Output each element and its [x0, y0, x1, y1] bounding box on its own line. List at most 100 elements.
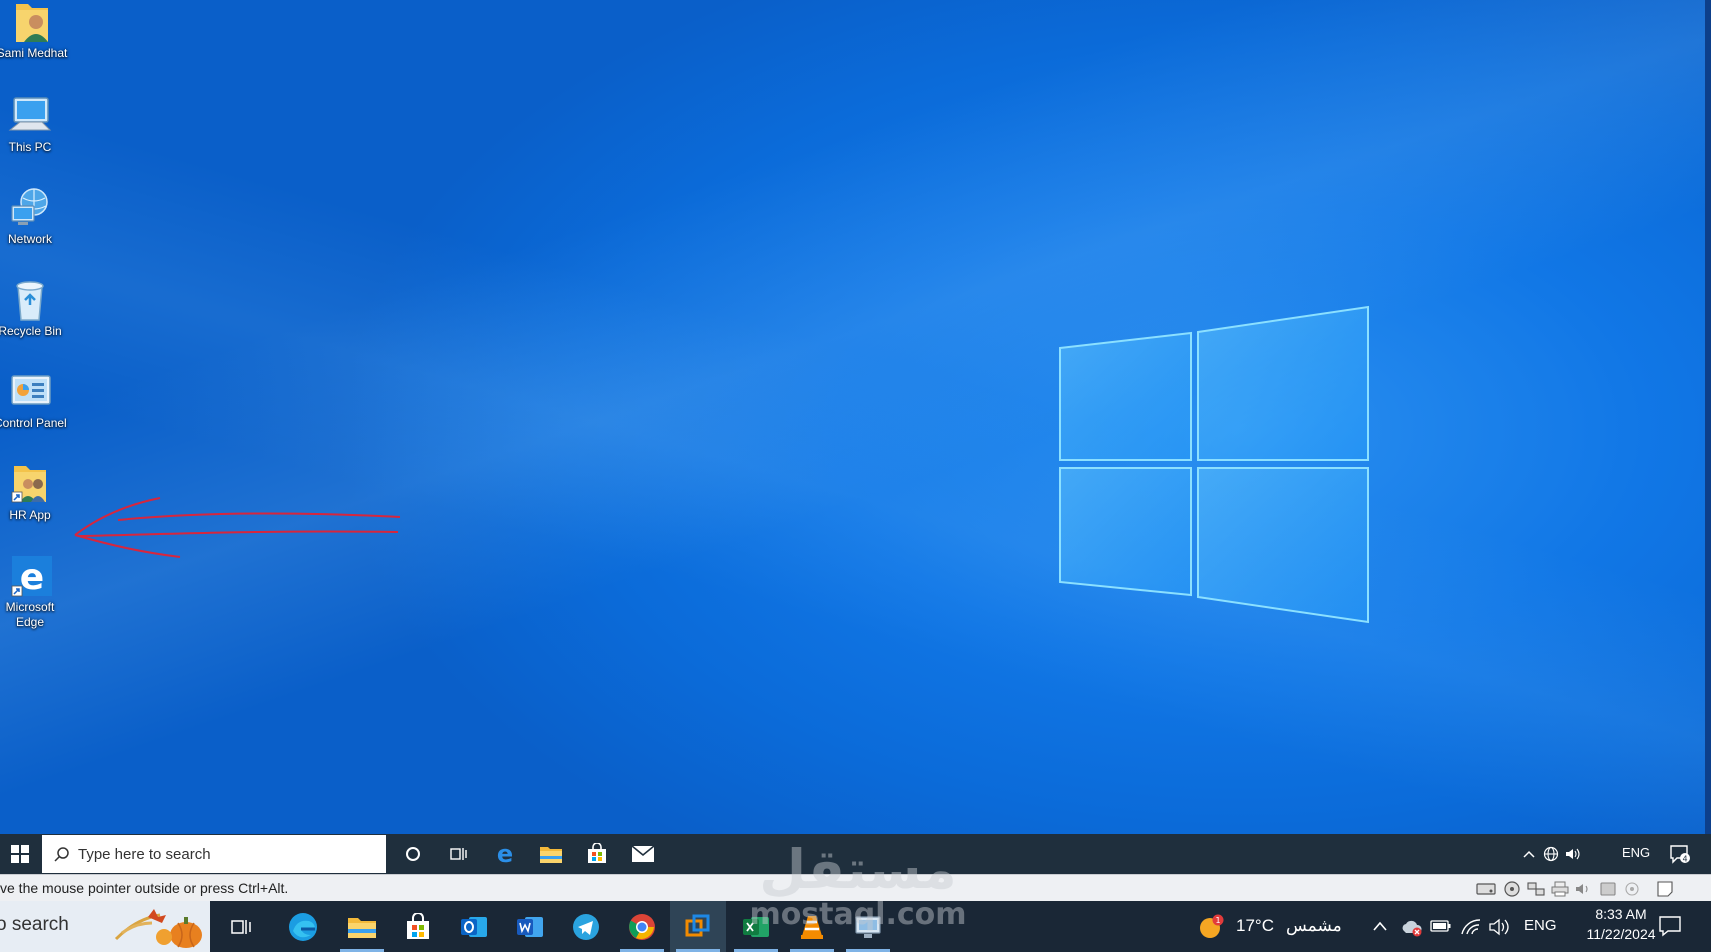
host-taskbar: o search 1 17°C مشمس ENG 8:33 AM 11/22/2… — [0, 901, 1711, 952]
outlook-icon — [461, 916, 487, 937]
vmware-status-bar: ve the mouse pointer outside or press Ct… — [0, 874, 1711, 902]
host-edge-button[interactable] — [275, 901, 331, 952]
word-icon — [517, 916, 543, 937]
autumn-pumpkin-icon — [114, 909, 202, 948]
guest-file-explorer-button[interactable] — [528, 834, 574, 874]
guest-desktop[interactable]: Sami Medhat This PC Network Recycle Bin — [0, 0, 1711, 834]
weather-sun-icon[interactable]: 1 — [1198, 914, 1224, 940]
desktop-icon-label-line1: Microsoft — [5, 600, 55, 614]
desktop-icon-network[interactable]: Network — [0, 184, 66, 247]
guest-language-indicator[interactable]: ENG — [1622, 845, 1650, 860]
guest-mail-button[interactable] — [620, 834, 666, 874]
svg-text:e: e — [20, 557, 44, 598]
guest-action-center-button[interactable]: 4 — [1664, 834, 1696, 874]
desktop-icon-control-panel[interactable]: Control Panel — [0, 368, 67, 431]
guest-edge-button[interactable]: e — [482, 834, 528, 874]
svg-text:e: e — [497, 842, 513, 866]
folder-icon — [540, 847, 562, 863]
volume-icon — [1566, 848, 1580, 860]
guest-volume-tray[interactable] — [1562, 834, 1584, 874]
desktop-icon-hr-app[interactable]: HR App — [0, 460, 66, 523]
host-outlook-button[interactable] — [446, 901, 502, 952]
vm-window-edge — [1705, 0, 1711, 834]
edge-icon — [289, 912, 317, 941]
cortana-icon — [406, 847, 420, 861]
host-excel-button[interactable] — [728, 901, 784, 952]
desktop-icon-label: HR App — [9, 508, 51, 522]
task-view-icon — [231, 919, 251, 934]
desktop-icon-microsoft-edge[interactable]: e Microsoft Edge — [0, 552, 66, 630]
folder-icon — [348, 917, 376, 938]
store-icon — [588, 843, 606, 863]
globe-icon — [1543, 846, 1559, 862]
chevron-up-icon — [1523, 850, 1535, 858]
host-vmware-button[interactable] — [670, 901, 726, 952]
host-word-button[interactable] — [502, 901, 558, 952]
search-icon — [54, 847, 69, 862]
notification-icon: 4 — [1670, 845, 1690, 864]
desktop-icon-label: This PC — [8, 140, 52, 154]
guest-store-button[interactable] — [574, 834, 620, 874]
chrome-icon — [629, 913, 655, 940]
clock-time[interactable]: 8:33 AM — [1576, 906, 1666, 922]
weather-temperature[interactable]: 17°C — [1236, 916, 1274, 936]
windows-logo-wallpaper — [1059, 305, 1369, 624]
host-language-indicator[interactable]: ENG — [1524, 917, 1557, 934]
volume-icon[interactable] — [1488, 917, 1512, 937]
printer-icon[interactable] — [1550, 881, 1570, 897]
desktop-icon-label: Control Panel — [0, 416, 67, 430]
desktop-icon-recycle-bin[interactable]: Recycle Bin — [0, 276, 66, 339]
host-vlc-button[interactable] — [784, 901, 840, 952]
telegram-icon — [573, 913, 599, 940]
excel-icon — [743, 916, 769, 937]
vlc-cone-icon — [801, 915, 823, 939]
task-view-button[interactable] — [436, 834, 482, 874]
guest-search-box[interactable]: Type here to search — [42, 835, 386, 873]
battery-icon[interactable] — [1430, 919, 1452, 933]
host-search-box[interactable]: o search — [0, 901, 210, 952]
sound-card-icon[interactable] — [1574, 881, 1594, 897]
mail-icon — [631, 845, 655, 862]
host-task-view-button[interactable] — [214, 901, 270, 952]
host-chrome-button[interactable] — [614, 901, 670, 952]
desktop-icon-label: Recycle Bin — [0, 324, 62, 338]
edge-legacy-icon: e — [11, 556, 52, 598]
show-hidden-icons-button[interactable] — [1518, 834, 1540, 874]
desktop-icon-label: Network — [7, 232, 52, 246]
task-view-icon — [450, 848, 467, 860]
weather-condition[interactable]: مشمس — [1286, 916, 1342, 936]
desktop-icon-user-folder[interactable]: Sami Medhat — [0, 0, 68, 61]
host-remote-desktop-button[interactable] — [840, 901, 896, 952]
guest-taskbar: Type here to search e ENG 4 — [0, 834, 1711, 874]
vmware-status-message: ve the mouse pointer outside or press Ct… — [0, 880, 289, 896]
host-store-button[interactable] — [390, 901, 446, 952]
hard-disk-icon[interactable] — [1476, 881, 1496, 897]
guest-network-tray[interactable] — [1540, 834, 1562, 874]
desktop-icon-this-pc[interactable]: This PC — [0, 92, 66, 155]
weather-alert-count: 1 — [1215, 916, 1220, 925]
vmware-icon — [685, 914, 710, 936]
host-telegram-button[interactable] — [558, 901, 614, 952]
cd-drive-icon[interactable] — [1502, 881, 1522, 897]
vmware-message-log-icon[interactable] — [1656, 881, 1676, 897]
notification-count: 4 — [1682, 855, 1687, 864]
hr-app-shortcut-icon — [11, 466, 46, 503]
guest-search-placeholder: Type here to search — [78, 845, 211, 863]
desktop-icon-label: Sami Medhat — [0, 46, 68, 60]
usb-device-icon[interactable] — [1598, 881, 1618, 897]
action-center-icon[interactable] — [1658, 915, 1682, 937]
wallpaper-light-beam — [0, 0, 1711, 834]
wifi-icon[interactable] — [1460, 916, 1482, 936]
host-file-explorer-button[interactable] — [334, 901, 390, 952]
annotation-arrow — [74, 497, 401, 558]
guest-start-button[interactable] — [0, 834, 40, 874]
display-icon[interactable] — [1622, 881, 1642, 897]
computer-icon — [8, 97, 52, 131]
network-adapter-icon[interactable] — [1526, 881, 1546, 897]
chevron-up-icon[interactable] — [1372, 920, 1388, 932]
onedrive-error-icon[interactable] — [1400, 917, 1424, 937]
host-search-placeholder: o search — [0, 914, 69, 935]
cortana-button[interactable] — [390, 834, 436, 874]
edge-legacy-icon: e — [497, 842, 513, 866]
recycle-bin-icon — [16, 281, 44, 321]
